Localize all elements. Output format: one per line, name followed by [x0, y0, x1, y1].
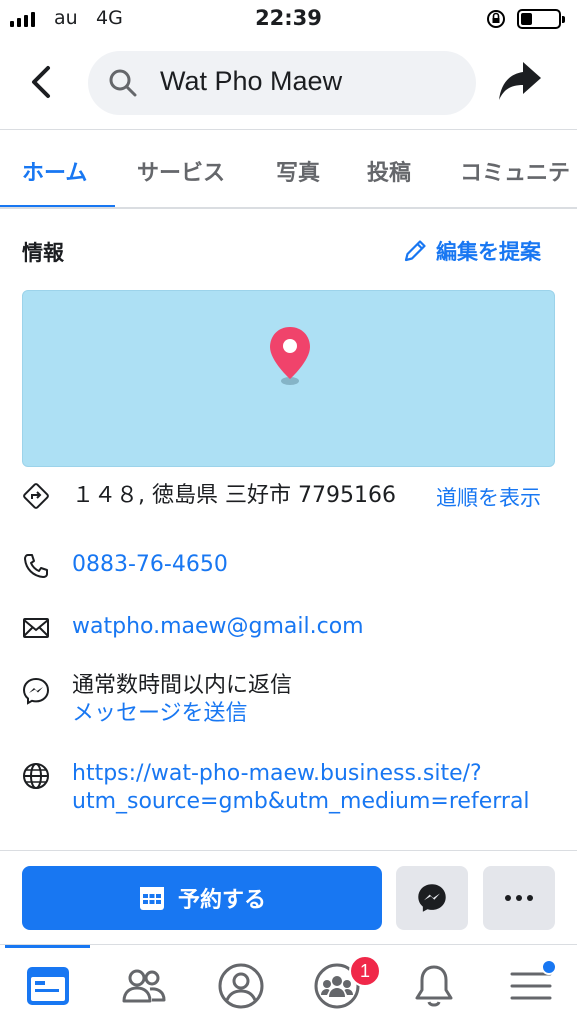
more-dots-icon — [505, 895, 533, 901]
search-bar[interactable]: Wat Pho Maew — [88, 51, 476, 115]
map-pin-icon — [270, 327, 310, 385]
address-text: １４８, 徳島県 三好市 7795166 — [72, 483, 396, 508]
phone-icon — [24, 554, 48, 578]
tab-photos[interactable]: 写真 — [276, 155, 320, 187]
nav-home-feed-icon[interactable] — [23, 961, 73, 1011]
response-time-text: 通常数時間以内に返信 — [72, 673, 293, 698]
search-icon — [109, 69, 137, 97]
phone-link[interactable]: 0883-76-4650 — [72, 551, 228, 579]
page-header: Wat Pho Maew — [0, 38, 577, 130]
send-message-link[interactable]: メッセージを送信 — [72, 700, 248, 728]
map-preview[interactable] — [22, 290, 555, 467]
suggest-edit-label[interactable]: 編集を提案 — [436, 236, 541, 266]
directions-icon — [23, 483, 49, 509]
globe-icon — [23, 763, 49, 789]
search-text[interactable]: Wat Pho Maew — [160, 66, 342, 97]
message-button[interactable] — [396, 866, 468, 930]
share-icon[interactable] — [497, 58, 543, 104]
divider — [0, 850, 577, 851]
bottom-nav: 1 — [0, 944, 577, 1024]
tab-posts[interactable]: 投稿 — [367, 155, 411, 187]
nav-profile-icon[interactable] — [216, 961, 266, 1011]
active-tab-indicator — [0, 205, 115, 207]
pencil-icon — [404, 240, 426, 262]
page-tabs: ホーム サービス 写真 投稿 コミュニテ — [0, 131, 577, 209]
menu-update-dot — [541, 959, 557, 975]
active-nav-indicator — [5, 945, 90, 948]
notification-badge: 1 — [349, 955, 381, 987]
nav-notifications-bell-icon[interactable] — [409, 961, 459, 1011]
tab-community[interactable]: コミュニテ — [460, 155, 570, 187]
email-link[interactable]: watpho.maew@gmail.com — [72, 613, 364, 641]
directions-link[interactable]: 道順を表示 — [436, 482, 541, 512]
tab-services[interactable]: サービス — [137, 155, 225, 187]
battery-icon — [517, 9, 565, 29]
reserve-button[interactable]: 予約する — [22, 866, 382, 930]
messenger-icon — [22, 677, 50, 705]
email-icon — [23, 618, 49, 638]
suggest-edit-button[interactable]: 編集を提案 — [402, 236, 541, 266]
section-title: 情報 — [22, 241, 64, 265]
status-bar: au 4G 22:39 — [0, 0, 577, 38]
tab-home[interactable]: ホーム — [22, 155, 87, 187]
calendar-icon — [139, 887, 164, 910]
messenger-icon — [418, 884, 446, 912]
nav-friends-icon[interactable] — [119, 961, 169, 1011]
website-link-line2[interactable]: utm_source=gmb&utm_medium=referral — [72, 788, 530, 816]
more-options-button[interactable] — [483, 866, 555, 930]
website-link-line1[interactable]: https://wat-pho-maew.business.site/? — [72, 760, 482, 788]
back-arrow-icon[interactable] — [26, 62, 58, 102]
reserve-label[interactable]: 予約する — [178, 882, 266, 914]
rotation-lock-icon — [487, 10, 505, 28]
